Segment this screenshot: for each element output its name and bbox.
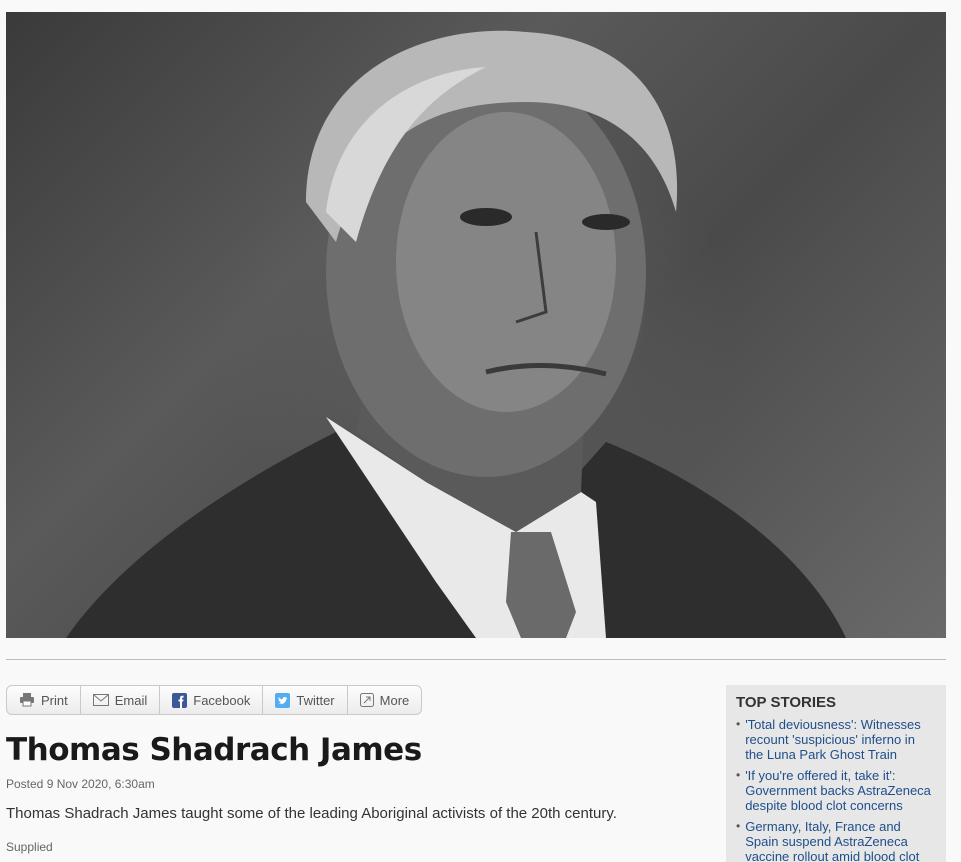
- bullet-icon: •: [736, 717, 741, 731]
- image-caption: Thomas Shadrach James taught some of the…: [6, 805, 617, 822]
- list-item: • 'Total deviousness': Witnesses recount…: [736, 717, 936, 762]
- story-link[interactable]: Germany, Italy, France and Spain suspend…: [745, 819, 936, 862]
- print-button[interactable]: Print: [7, 686, 81, 714]
- divider: [6, 659, 946, 660]
- facebook-label: Facebook: [193, 692, 251, 708]
- more-label: More: [379, 692, 410, 708]
- article-headline: Thomas Shadrach James: [6, 732, 422, 768]
- twitter-button[interactable]: Twitter: [263, 686, 348, 714]
- bullet-icon: •: [736, 768, 741, 782]
- facebook-icon: [172, 692, 188, 708]
- email-button[interactable]: Email: [81, 686, 161, 714]
- facebook-button[interactable]: Facebook: [160, 686, 264, 714]
- share-toolbar: Print Email Facebook Twitter More: [6, 685, 423, 715]
- more-icon: [359, 693, 374, 707]
- printer-icon: [19, 693, 35, 707]
- portrait-illustration: [66, 30, 846, 638]
- print-label: Print: [41, 692, 68, 708]
- hero-photo: [6, 12, 946, 638]
- image-credit: Supplied: [6, 840, 53, 854]
- story-link[interactable]: 'Total deviousness': Witnesses recount '…: [745, 717, 936, 762]
- list-item: • 'If you're offered it, take it': Gover…: [736, 768, 936, 813]
- top-stories-panel: TOP STORIES • 'Total deviousness': Witne…: [726, 685, 946, 862]
- story-link[interactable]: 'If you're offered it, take it': Governm…: [745, 768, 936, 813]
- twitter-icon: [275, 692, 291, 708]
- bullet-icon: •: [736, 819, 741, 833]
- top-stories-title: TOP STORIES: [736, 694, 837, 711]
- email-label: Email: [114, 692, 148, 708]
- posted-date: Posted 9 Nov 2020, 6:30am: [6, 777, 155, 791]
- more-button[interactable]: More: [348, 686, 422, 714]
- envelope-icon: [92, 694, 109, 706]
- list-item: • Germany, Italy, France and Spain suspe…: [736, 819, 936, 862]
- twitter-label: Twitter: [296, 692, 335, 708]
